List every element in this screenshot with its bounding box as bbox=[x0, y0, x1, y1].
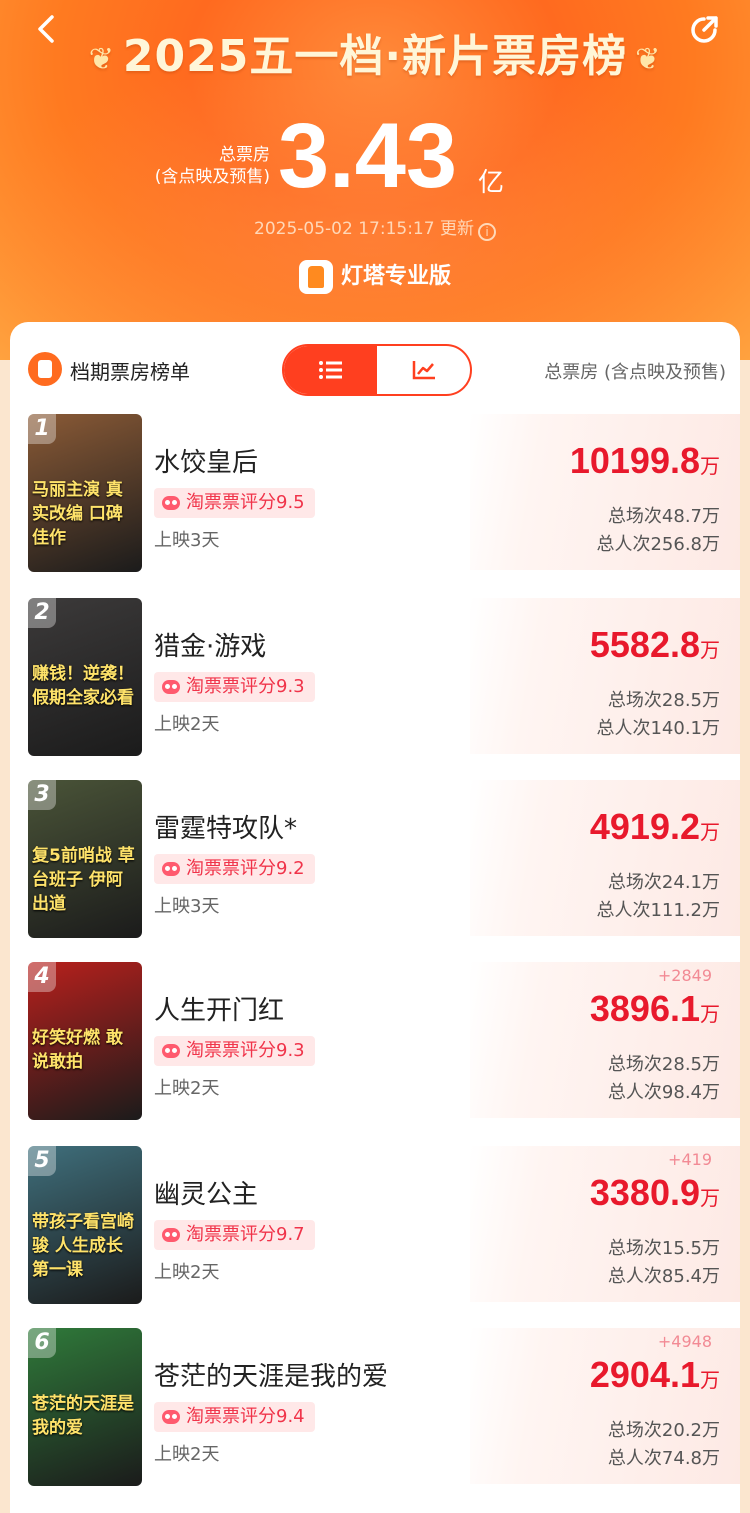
poster-caption: 苍茫的天涯是我的爱 bbox=[32, 1394, 134, 1438]
laurel-right-icon: ❦ bbox=[635, 41, 662, 77]
score-tag: 淘票票评分9.2 bbox=[154, 854, 315, 884]
total-attendance: 总人次98.4万 bbox=[607, 1082, 720, 1103]
movie-poster[interactable]: 2 赚钱！逆袭！ 假期全家必看 bbox=[28, 598, 142, 756]
brand: 灯塔专业版 bbox=[0, 258, 750, 294]
box-office-value: 10199.8万 bbox=[569, 440, 720, 481]
header-banner: ❦ 2025五一档·新片票房榜 ❦ 总票房 (含点映及预售) 3.43 亿 2025… bbox=[0, 0, 750, 360]
list-view-button[interactable] bbox=[284, 346, 377, 394]
movie-row[interactable]: 4 好笑好燃 敢说敢拍 人生开门红 淘票票评分9.3 上映2天 +2849 38… bbox=[10, 962, 740, 1122]
release-days: 上映2天 bbox=[154, 1262, 220, 1283]
movie-title[interactable]: 雷霆特攻队* bbox=[154, 808, 297, 845]
total-attendance: 总人次140.1万 bbox=[596, 718, 720, 739]
list-icon bbox=[318, 361, 342, 379]
movie-title[interactable]: 人生开门红 bbox=[154, 990, 284, 1027]
release-days: 上映2天 bbox=[154, 714, 220, 735]
poster-caption: 复5前哨战 草台班子 伊阿出道 bbox=[32, 846, 135, 914]
ranking-card: 档期票房榜单 总票房 (含点映及预售) 1 马丽主演 真实改编 口碑佳作 水饺皇… bbox=[10, 322, 740, 1513]
movie-poster[interactable]: 1 马丽主演 真实改编 口碑佳作 bbox=[28, 414, 142, 572]
total-shows: 总场次20.2万 bbox=[607, 1420, 720, 1441]
movie-title[interactable]: 水饺皇后 bbox=[154, 442, 258, 479]
score-tag: 淘票票评分9.3 bbox=[154, 1036, 315, 1066]
rank-badge: 2 bbox=[28, 598, 56, 628]
total-shows: 总场次15.5万 bbox=[607, 1238, 720, 1259]
total-attendance: 总人次85.4万 bbox=[607, 1266, 720, 1287]
poster-caption: 带孩子看宫崎骏 人生成长第一课 bbox=[32, 1212, 134, 1280]
box-office-value: 3896.1万 bbox=[589, 988, 720, 1029]
movie-poster[interactable]: 4 好笑好燃 敢说敢拍 bbox=[28, 962, 142, 1120]
release-days: 上映2天 bbox=[154, 1078, 220, 1099]
total-shows: 总场次28.5万 bbox=[607, 1054, 720, 1075]
movie-title[interactable]: 苍茫的天涯是我的爱 bbox=[154, 1356, 388, 1393]
stat-panel: +2849 3896.1万 总场次28.5万 总人次98.4万 bbox=[470, 962, 740, 1118]
movie-poster[interactable]: 5 带孩子看宫崎骏 人生成长第一课 bbox=[28, 1146, 142, 1304]
box-office-delta: +419 bbox=[668, 1150, 712, 1169]
rank-badge: 1 bbox=[28, 414, 56, 444]
rank-badge: 5 bbox=[28, 1146, 56, 1176]
total-value: 3.43 bbox=[278, 105, 458, 207]
taopiaopiao-icon bbox=[162, 680, 180, 694]
rank-badge: 6 bbox=[28, 1328, 56, 1358]
total-label: 总票房 (含点映及预售) bbox=[154, 145, 270, 187]
ranking-title: 档期票房榜单 bbox=[70, 360, 190, 384]
info-icon[interactable]: i bbox=[477, 223, 496, 241]
movie-row[interactable]: 6 苍茫的天涯是我的爱 苍茫的天涯是我的爱 淘票票评分9.4 上映2天 +494… bbox=[10, 1328, 740, 1488]
taopiaopiao-icon bbox=[162, 1044, 180, 1058]
poster-caption: 马丽主演 真实改编 口碑佳作 bbox=[32, 480, 123, 548]
total-shows: 总场次28.5万 bbox=[607, 690, 720, 711]
rank-badge: 4 bbox=[28, 962, 56, 992]
release-days: 上映2天 bbox=[154, 1444, 220, 1465]
stat-panel: +4948 2904.1万 总场次20.2万 总人次74.8万 bbox=[470, 1328, 740, 1484]
box-office-delta: +2849 bbox=[657, 966, 712, 985]
stat-panel: 5582.8万 总场次28.5万 总人次140.1万 bbox=[470, 598, 740, 754]
movie-poster[interactable]: 6 苍茫的天涯是我的爱 bbox=[28, 1328, 142, 1486]
ranking-logo-icon bbox=[28, 352, 62, 386]
total-shows: 总场次24.1万 bbox=[607, 872, 720, 893]
release-days: 上映3天 bbox=[154, 896, 220, 917]
movie-row[interactable]: 1 马丽主演 真实改编 口碑佳作 水饺皇后 淘票票评分9.5 上映3天 1019… bbox=[10, 414, 740, 574]
box-office-value: 2904.1万 bbox=[589, 1354, 720, 1395]
score-tag: 淘票票评分9.5 bbox=[154, 488, 315, 518]
chart-view-button[interactable] bbox=[377, 346, 470, 394]
score-tag: 淘票票评分9.4 bbox=[154, 1402, 315, 1432]
release-days: 上映3天 bbox=[154, 530, 220, 551]
total-attendance: 总人次256.8万 bbox=[596, 534, 720, 555]
taopiaopiao-icon bbox=[162, 862, 180, 876]
poster-caption: 赚钱！逆袭！ 假期全家必看 bbox=[32, 664, 134, 708]
movie-title[interactable]: 幽灵公主 bbox=[154, 1174, 258, 1211]
movie-title[interactable]: 猎金·游戏 bbox=[154, 626, 266, 663]
view-toggle[interactable] bbox=[282, 344, 472, 396]
movie-row[interactable]: 3 复5前哨战 草台班子 伊阿出道 雷霆特攻队* 淘票票评分9.2 上映3天 4… bbox=[10, 780, 740, 940]
taopiaopiao-icon bbox=[162, 496, 180, 510]
box-office-delta: +4948 bbox=[657, 1332, 712, 1351]
ranking-header: 档期票房榜单 总票房 (含点映及预售) bbox=[10, 322, 740, 402]
total-attendance: 总人次111.2万 bbox=[596, 900, 720, 921]
stat-panel: +419 3380.9万 总场次15.5万 总人次85.4万 bbox=[470, 1146, 740, 1302]
total-box-office: 总票房 (含点映及预售) 3.43 亿 bbox=[0, 108, 750, 208]
taopiaopiao-icon bbox=[162, 1228, 180, 1242]
poster-caption: 好笑好燃 敢说敢拍 bbox=[32, 1028, 123, 1072]
stat-panel: 10199.8万 总场次48.7万 总人次256.8万 bbox=[470, 414, 740, 570]
score-tag: 淘票票评分9.3 bbox=[154, 672, 315, 702]
page-title: ❦ 2025五一档·新片票房榜 ❦ bbox=[88, 31, 662, 82]
taopiaopiao-icon bbox=[162, 1410, 180, 1424]
laurel-left-icon: ❦ bbox=[88, 41, 115, 77]
score-tag: 淘票票评分9.7 bbox=[154, 1220, 315, 1250]
update-time: 2025-05-02 17:15:17 更新 i bbox=[0, 214, 750, 241]
lighthouse-logo-icon bbox=[298, 260, 333, 294]
movie-row[interactable]: 2 赚钱！逆袭！ 假期全家必看 猎金·游戏 淘票票评分9.3 上映2天 5582… bbox=[10, 598, 740, 758]
total-attendance: 总人次74.8万 bbox=[607, 1448, 720, 1469]
box-office-value: 5582.8万 bbox=[589, 624, 720, 665]
box-office-value: 4919.2万 bbox=[589, 806, 720, 847]
total-unit: 亿 bbox=[478, 168, 505, 198]
movie-poster[interactable]: 3 复5前哨战 草台班子 伊阿出道 bbox=[28, 780, 142, 938]
stat-panel: 4919.2万 总场次24.1万 总人次111.2万 bbox=[470, 780, 740, 936]
rank-badge: 3 bbox=[28, 780, 56, 810]
total-shows: 总场次48.7万 bbox=[607, 506, 720, 527]
movie-row[interactable]: 5 带孩子看宫崎骏 人生成长第一课 幽灵公主 淘票票评分9.7 上映2天 +41… bbox=[10, 1146, 740, 1306]
column-header: 总票房 (含点映及预售) bbox=[544, 362, 726, 383]
box-office-value: 3380.9万 bbox=[589, 1172, 720, 1213]
trend-chart-icon bbox=[412, 361, 435, 380]
